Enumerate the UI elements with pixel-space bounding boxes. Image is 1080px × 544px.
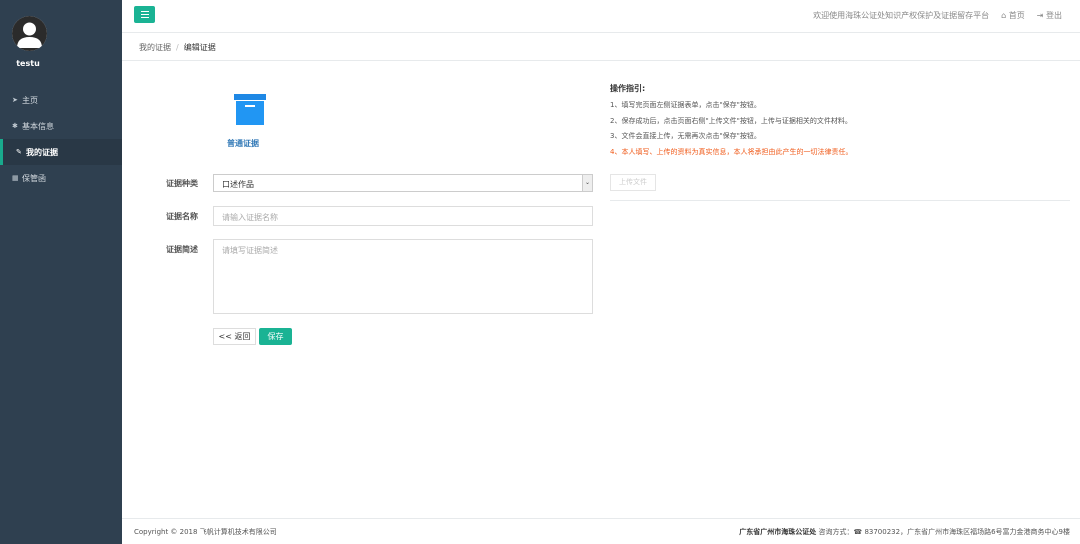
sidebar-item-home[interactable]: ➤ 主页 bbox=[0, 87, 122, 113]
gear-icon: ✱ bbox=[12, 122, 18, 130]
sidebar-nav: ➤ 主页 ✱ 基本信息 ✎ 我的证据 ▦ 保管函 bbox=[0, 87, 122, 191]
logout-link-label: 登出 bbox=[1046, 11, 1062, 20]
sidebar-item-label: 保管函 bbox=[22, 173, 46, 183]
sidebar-item-my-evidence[interactable]: ✎ 我的证据 bbox=[0, 139, 122, 165]
breadcrumb-current: 编辑证据 bbox=[183, 43, 216, 52]
hamburger-line bbox=[140, 17, 149, 18]
back-button[interactable]: << 返回 bbox=[213, 328, 256, 345]
sidebar-item-basic-info[interactable]: ✱ 基本信息 bbox=[0, 113, 122, 139]
phone-icon: ☎ bbox=[853, 528, 865, 536]
evidence-type-value: 口述作品 bbox=[222, 180, 254, 189]
top-right-links: 欢迎使用海珠公证处知识产权保护及证据留存平台 ⌂ 首页 ⇥ 登出 bbox=[813, 10, 1062, 21]
home-icon: ➤ bbox=[12, 96, 18, 104]
office-name: 广东省广州市海珠公证处 bbox=[739, 528, 817, 536]
main-content: 普通证据 证据种类 口述作品 ⌄ 证据名称 请输入证据名称 证据简述 请填写证据… bbox=[122, 62, 1080, 518]
box-icon: ▦ bbox=[12, 174, 19, 182]
sidebar-item-custody-letter[interactable]: ▦ 保管函 bbox=[0, 165, 122, 191]
evidence-type-select[interactable]: 口述作品 ⌄ bbox=[213, 174, 593, 192]
contact-label: 咨询方式： bbox=[818, 528, 854, 536]
guide-step-2: 2、保存成功后，点击页面右侧"上传文件"按钮，上传与证据相关的文件材料。 bbox=[610, 116, 852, 125]
menu-toggle-button[interactable] bbox=[134, 6, 155, 23]
breadcrumb-bar: 我的证据 / 编辑证据 bbox=[122, 33, 1080, 61]
welcome-text: 欢迎使用海珠公证处知识产权保护及证据留存平台 bbox=[813, 11, 990, 20]
phone-number: 83700232 bbox=[864, 528, 901, 536]
chevron-down-icon: ⌄ bbox=[582, 175, 592, 191]
sidebar: testu ➤ 主页 ✱ 基本信息 ✎ 我的证据 ▦ 保管函 bbox=[0, 0, 122, 544]
logout-icon: ⇥ bbox=[1036, 11, 1046, 20]
gavel-icon: ✎ bbox=[16, 148, 22, 156]
evidence-type-card[interactable] bbox=[232, 94, 268, 128]
contact-info: 广东省广州市海珠公证处 咨询方式：☎ 83700232，广东省广州市海珠区福场路… bbox=[739, 528, 1070, 536]
evidence-name-input[interactable]: 请输入证据名称 bbox=[213, 206, 593, 226]
top-navbar: 欢迎使用海珠公证处知识产权保护及证据留存平台 ⌂ 首页 ⇥ 登出 bbox=[122, 0, 1080, 33]
copyright-text: Copyright © 2018 飞帆计算机技术有限公司 bbox=[134, 528, 277, 536]
user-icon bbox=[12, 16, 47, 51]
home-icon: ⌂ bbox=[1001, 11, 1009, 20]
guide-warning: 4、本人填写、上传的资料为真实信息，本人将承担由此产生的一切法律责任。 bbox=[610, 147, 853, 156]
evidence-type-label-text: 证据种类 bbox=[166, 179, 198, 188]
sidebar-item-label: 我的证据 bbox=[26, 147, 58, 157]
hamburger-icon bbox=[140, 11, 149, 12]
guide-step-1: 1、填写完页面左侧证据表单，点击"保存"按钮。 bbox=[610, 101, 761, 109]
evidence-type-label[interactable]: 普通证据 bbox=[227, 138, 259, 149]
office-address: 广东省广州市海珠区福场路6号富力金港商务中心9楼 bbox=[907, 528, 1070, 536]
sidebar-item-label: 基本信息 bbox=[22, 121, 54, 131]
evidence-desc-textarea[interactable]: 请填写证据简述 bbox=[213, 239, 593, 314]
guide-step-3: 3、文件会直接上传，无需再次点击"保存"按钮。 bbox=[610, 132, 761, 140]
username: testu bbox=[16, 59, 40, 68]
guide-title: 操作指引: bbox=[610, 84, 646, 93]
hamburger-line bbox=[140, 14, 149, 15]
evidence-name-label: 证据名称 bbox=[166, 212, 198, 221]
user-avatar[interactable] bbox=[12, 16, 47, 51]
save-button[interactable]: 保存 bbox=[259, 328, 292, 345]
breadcrumb-separator: / bbox=[176, 43, 179, 52]
upload-file-button[interactable]: 上传文件 bbox=[610, 174, 656, 191]
home-link-label: 首页 bbox=[1008, 11, 1025, 20]
logout-link[interactable]: ⇥ 登出 bbox=[1037, 10, 1062, 21]
breadcrumb: 我的证据 / 编辑证据 bbox=[139, 42, 216, 53]
evidence-desc-label: 证据简述 bbox=[166, 245, 198, 254]
sidebar-item-label: 主页 bbox=[22, 95, 38, 105]
breadcrumb-parent[interactable]: 我的证据 bbox=[139, 43, 171, 52]
home-link[interactable]: ⌂ 首页 bbox=[1001, 10, 1025, 21]
footer: Copyright © 2018 飞帆计算机技术有限公司 广东省广州市海珠公证处… bbox=[122, 518, 1080, 544]
archive-box-icon bbox=[234, 94, 266, 125]
divider bbox=[610, 200, 1070, 201]
operation-guide: 操作指引: 1、填写完页面左侧证据表单，点击"保存"按钮。 2、保存成功后，点击… bbox=[610, 83, 1070, 160]
